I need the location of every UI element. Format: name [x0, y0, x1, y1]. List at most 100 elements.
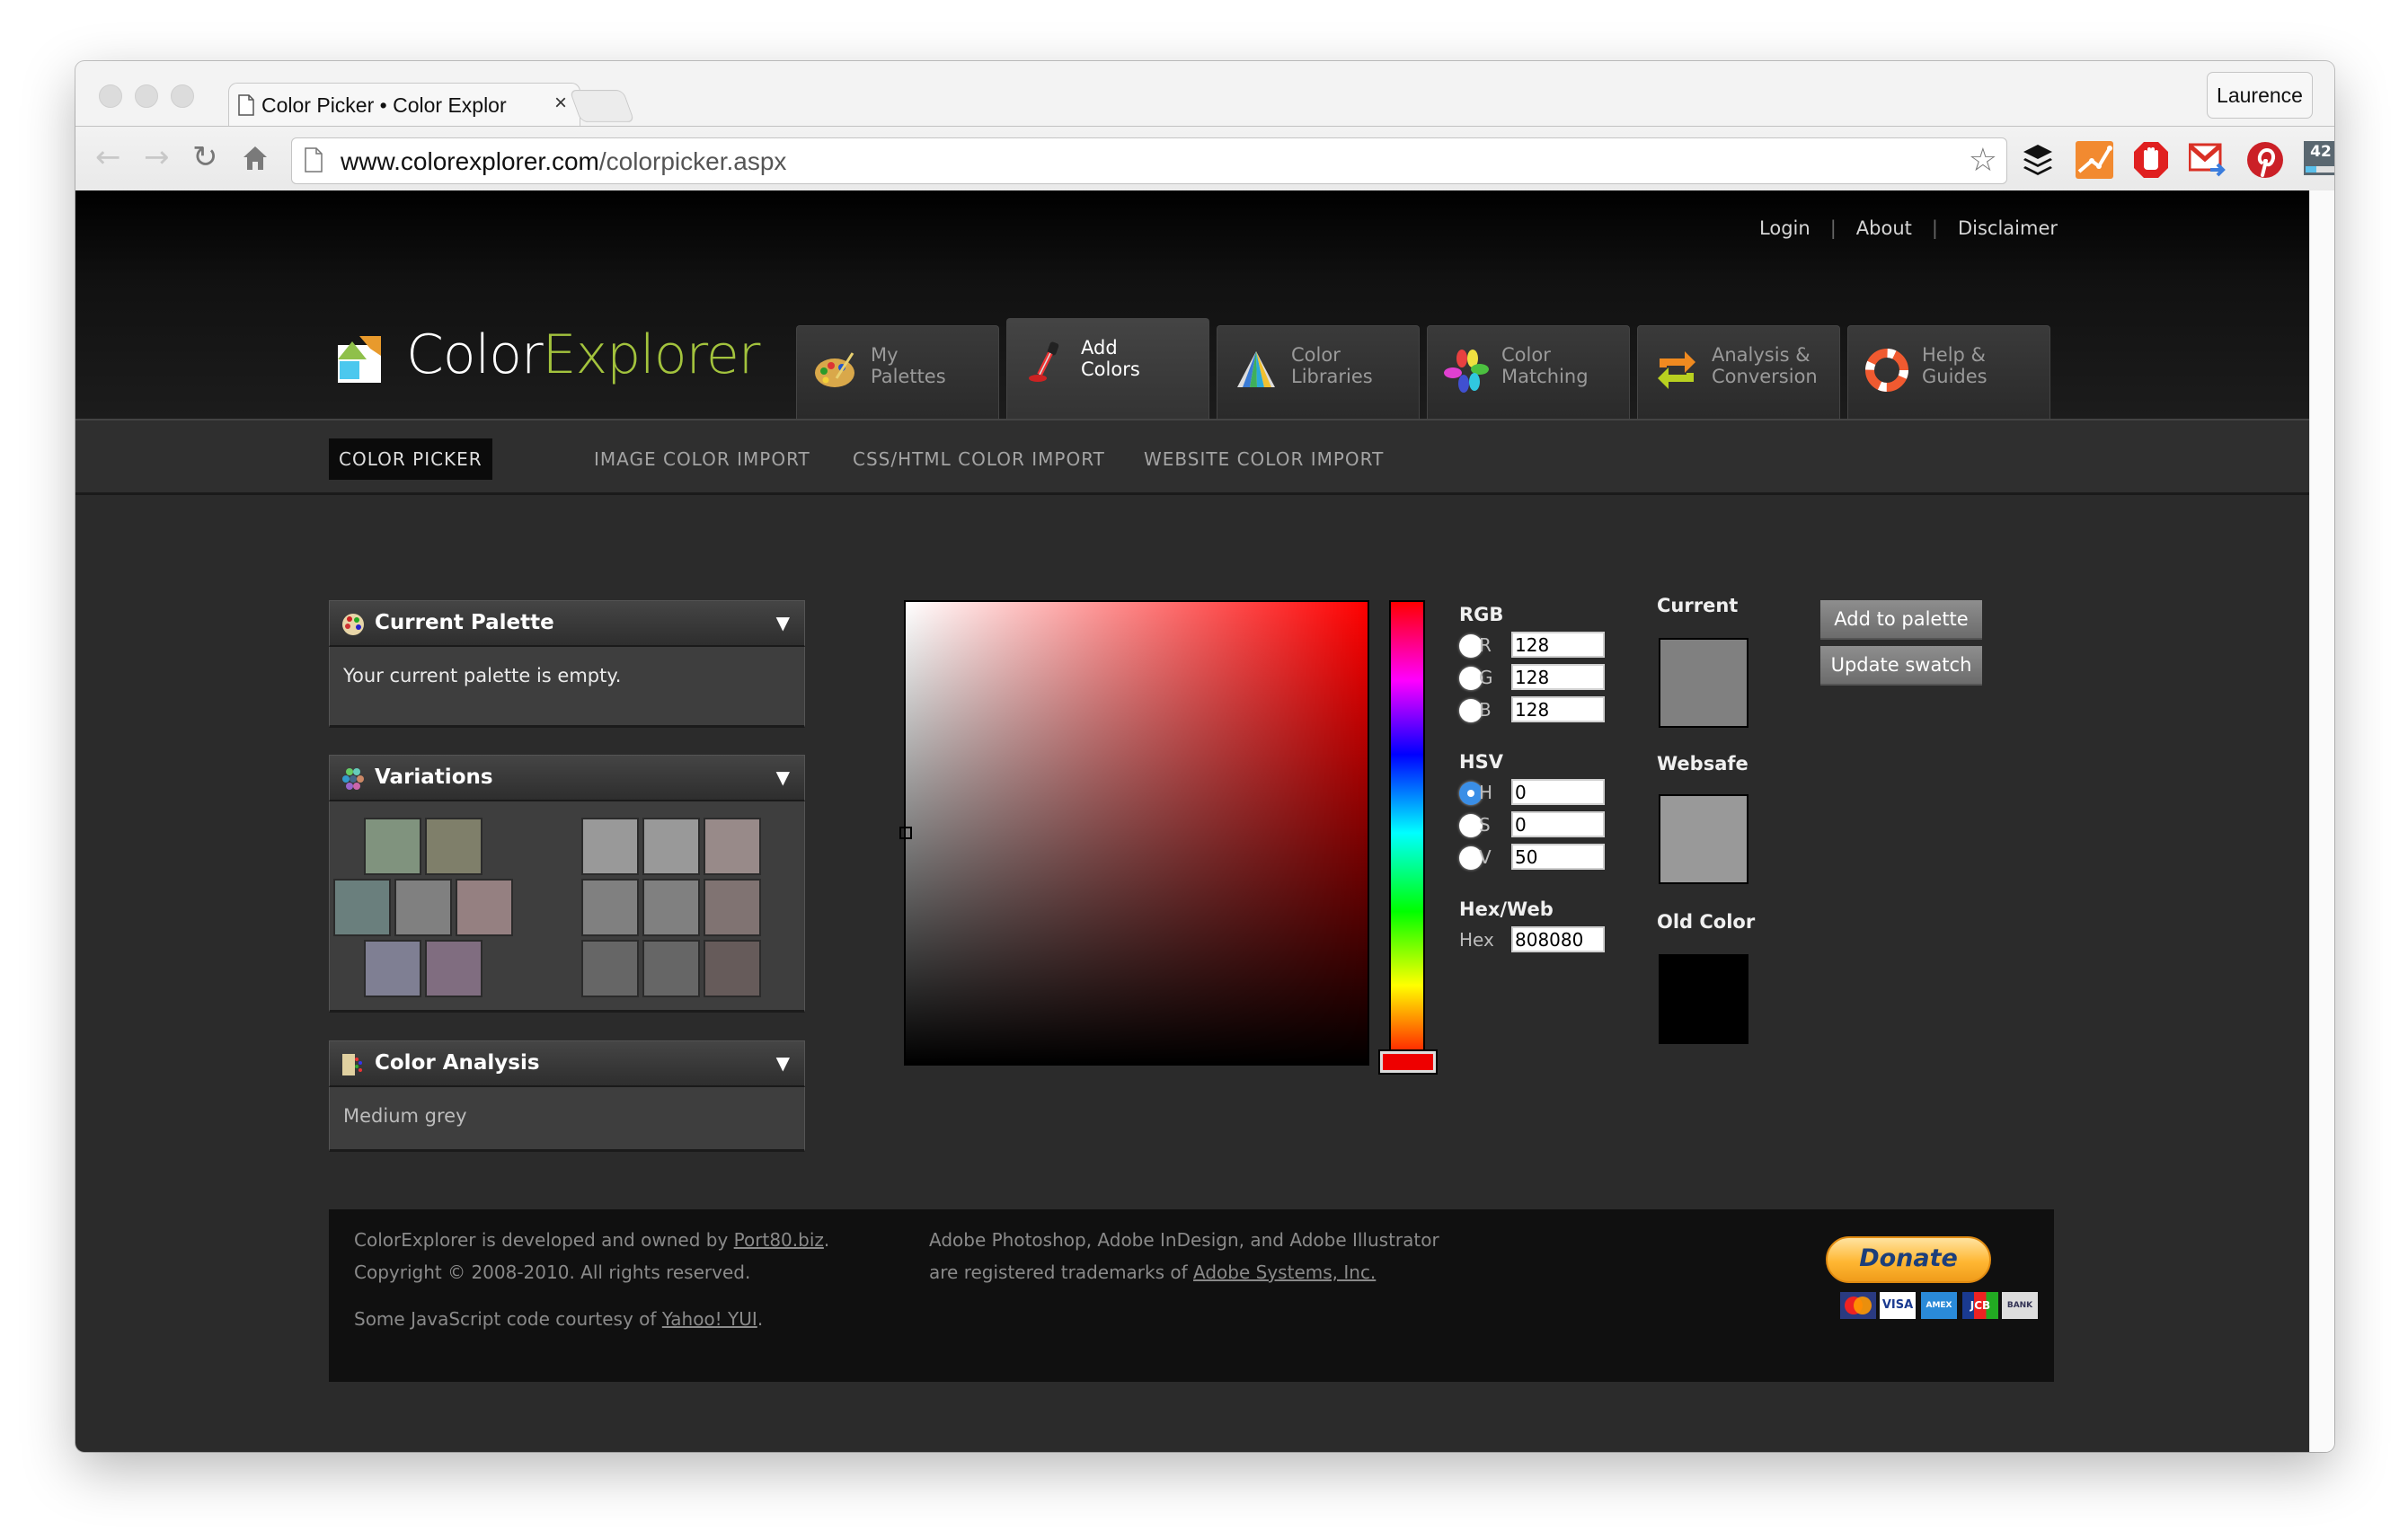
- address-bar[interactable]: www.colorexplorer.com/colorpicker.aspx ☆: [291, 137, 2007, 184]
- divider: |: [1931, 217, 1938, 239]
- analysis-chart-icon: [342, 1054, 362, 1075]
- close-tab-icon[interactable]: ×: [554, 91, 567, 116]
- variation-swatch[interactable]: [704, 940, 761, 997]
- collapse-triangle-icon[interactable]: ▼: [776, 612, 790, 633]
- eyedropper-icon: [1029, 341, 1059, 382]
- url-text[interactable]: www.colorexplorer.com/colorpicker.aspx: [341, 147, 786, 176]
- websafe-label: Websafe: [1657, 753, 1748, 774]
- analytics-icon[interactable]: [2076, 141, 2113, 179]
- variation-swatch[interactable]: [364, 818, 421, 875]
- tab-my-palettes[interactable]: My Palettes: [796, 325, 999, 419]
- v-input[interactable]: 50: [1511, 844, 1605, 870]
- site-logo[interactable]: ColorExplorer: [334, 323, 766, 399]
- pinterest-icon[interactable]: [2246, 141, 2284, 179]
- variation-swatch[interactable]: [642, 879, 700, 936]
- variation-swatch[interactable]: [642, 818, 700, 875]
- sv-cursor[interactable]: [899, 827, 912, 839]
- variation-swatch[interactable]: [704, 818, 761, 875]
- close-window-button[interactable]: [99, 84, 122, 108]
- footer-yui-text: Some JavaScript code courtesy of Yahoo! …: [354, 1308, 764, 1330]
- forward-icon[interactable]: →: [144, 139, 170, 175]
- panel-title: Variations: [375, 766, 493, 789]
- adblock-icon[interactable]: [2133, 141, 2169, 179]
- variation-swatch[interactable]: [642, 940, 700, 997]
- buffer-icon[interactable]: [2022, 143, 2054, 177]
- home-icon[interactable]: [243, 145, 268, 172]
- color-analysis-panel: Color Analysis ▼ Medium grey: [329, 1040, 805, 1152]
- subnav-image-color-import[interactable]: IMAGE COLOR IMPORT: [584, 438, 820, 480]
- g-input[interactable]: 128: [1511, 664, 1605, 690]
- s-label: S: [1479, 814, 1491, 836]
- h-input[interactable]: 0: [1511, 779, 1605, 805]
- port80-link[interactable]: Port80.biz: [734, 1229, 824, 1251]
- tab-add-colors[interactable]: Add Colors: [1006, 318, 1209, 422]
- websafe-color-swatch[interactable]: [1659, 794, 1748, 884]
- tab-label: Help & Guides: [1922, 344, 1987, 387]
- collapse-triangle-icon[interactable]: ▼: [776, 1052, 790, 1074]
- hex-group-label: Hex/Web: [1459, 898, 1554, 920]
- variation-swatch[interactable]: [425, 940, 482, 997]
- tab-label: Color Matching: [1501, 344, 1589, 387]
- page-icon: [305, 147, 323, 173]
- profile-button[interactable]: Laurence: [2207, 72, 2313, 119]
- bookmark-star-icon[interactable]: ☆: [1969, 142, 1997, 179]
- hue-slider[interactable]: [1389, 600, 1425, 1066]
- variation-swatch[interactable]: [704, 879, 761, 936]
- tab-color-matching[interactable]: Color Matching: [1427, 325, 1630, 419]
- r-label: R: [1479, 634, 1492, 656]
- subnav-color-picker[interactable]: COLOR PICKER: [329, 438, 492, 480]
- footer-copyright: Copyright © 2008-2010. All rights reserv…: [354, 1261, 751, 1283]
- browser-tab[interactable]: Color Picker • Color Explor ×: [228, 83, 580, 127]
- variation-swatch[interactable]: [364, 940, 421, 997]
- variation-swatch[interactable]: [581, 940, 639, 997]
- tab-help-guides[interactable]: Help & Guides: [1847, 325, 2050, 419]
- saturation-value-picker[interactable]: [899, 600, 1369, 1066]
- minimize-window-button[interactable]: [135, 84, 158, 108]
- s-input[interactable]: 0: [1511, 811, 1605, 837]
- counter-extension-icon[interactable]: 42: [2304, 141, 2334, 175]
- logo-part-explorer: Explorer: [542, 323, 761, 386]
- lifebuoy-icon: [1865, 349, 1908, 392]
- reload-icon[interactable]: ↻: [192, 139, 218, 175]
- hex-input[interactable]: 808080: [1511, 926, 1605, 952]
- login-link[interactable]: Login: [1759, 217, 1810, 239]
- adobe-link[interactable]: Adobe Systems, Inc.: [1193, 1261, 1376, 1283]
- b-input[interactable]: 128: [1511, 696, 1605, 722]
- yahoo-yui-link[interactable]: Yahoo! YUI: [662, 1308, 757, 1330]
- collapse-triangle-icon[interactable]: ▼: [776, 766, 790, 788]
- new-tab-button[interactable]: [569, 90, 635, 122]
- disclaimer-link[interactable]: Disclaimer: [1958, 217, 2058, 239]
- jcb-icon: JCB: [1962, 1292, 1998, 1319]
- r-input[interactable]: 128: [1511, 632, 1605, 658]
- update-swatch-button[interactable]: Update swatch: [1820, 646, 1982, 686]
- subnav-css-html-color-import[interactable]: CSS/HTML COLOR IMPORT: [843, 438, 1115, 480]
- hue-slider-thumb[interactable]: [1380, 1051, 1436, 1073]
- donate-button[interactable]: Donate: [1826, 1236, 1991, 1283]
- about-link[interactable]: About: [1856, 217, 1912, 239]
- zoom-window-button[interactable]: [171, 84, 194, 108]
- divider: |: [1829, 217, 1837, 239]
- variation-swatch[interactable]: [581, 879, 639, 936]
- bank-icon: BANK: [2002, 1292, 2038, 1319]
- add-to-palette-button[interactable]: Add to palette: [1820, 600, 1982, 640]
- current-color-swatch: [1659, 638, 1748, 728]
- scrollbar-track[interactable]: [2309, 190, 2334, 1452]
- gmail-icon[interactable]: [2189, 143, 2227, 177]
- tab-analysis-conversion[interactable]: Analysis & Conversion: [1637, 325, 1840, 419]
- variations-header[interactable]: Variations ▼: [329, 755, 805, 801]
- variation-swatch[interactable]: [425, 818, 482, 875]
- tab-color-libraries[interactable]: Color Libraries: [1217, 325, 1420, 419]
- hsv-group-label: HSV: [1459, 751, 1503, 773]
- variation-swatch[interactable]: [394, 879, 452, 936]
- page-icon: [238, 94, 254, 116]
- subnav-website-color-import[interactable]: WEBSITE COLOR IMPORT: [1134, 438, 1394, 480]
- old-color-swatch[interactable]: [1659, 954, 1748, 1044]
- variation-swatch[interactable]: [333, 879, 391, 936]
- variations-panel: Variations ▼: [329, 755, 805, 1013]
- back-icon[interactable]: ←: [95, 139, 121, 175]
- panel-title: Current Palette: [375, 611, 554, 634]
- color-analysis-header[interactable]: Color Analysis ▼: [329, 1040, 805, 1087]
- current-palette-header[interactable]: Current Palette ▼: [329, 600, 805, 647]
- variation-swatch[interactable]: [581, 818, 639, 875]
- variation-swatch[interactable]: [456, 879, 513, 936]
